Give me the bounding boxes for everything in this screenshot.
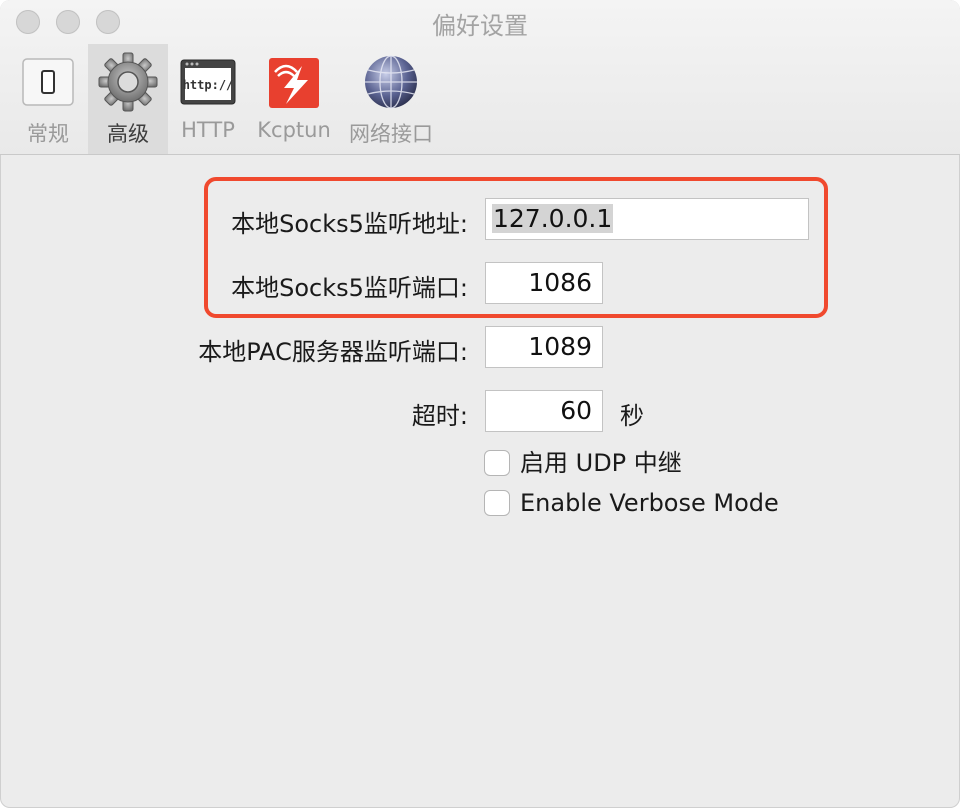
- tab-label: Kcptun: [257, 118, 331, 142]
- gear-icon: [98, 52, 158, 112]
- pac-port-label: 本地PAC服务器监听端口:: [198, 338, 468, 366]
- tab-general[interactable]: 常规: [10, 44, 86, 154]
- socks5-port-input[interactable]: 1086: [485, 262, 603, 304]
- udp-relay-label: 启用 UDP 中继: [520, 449, 682, 477]
- timeout-unit: 秒: [620, 402, 644, 430]
- socks5-address-value: 127.0.0.1: [492, 204, 614, 233]
- tab-label: HTTP: [181, 118, 235, 142]
- tab-kcptun[interactable]: Kcptun: [252, 44, 336, 154]
- kcptun-icon: [264, 52, 324, 112]
- http-window-icon: http://: [178, 52, 238, 112]
- socks5-address-label: 本地Socks5监听地址:: [231, 210, 468, 238]
- window-title: 偏好设置: [432, 12, 528, 40]
- verbose-mode-checkbox[interactable]: [484, 490, 510, 516]
- socks5-address-input[interactable]: 127.0.0.1: [485, 198, 809, 240]
- socks5-port-label: 本地Socks5监听端口:: [231, 274, 468, 302]
- tab-label: 高级: [107, 122, 149, 146]
- timeout-input[interactable]: 60: [485, 390, 603, 432]
- toolbar: 偏好设置 常规 高级 http:// HTTP Kcptun 网络接口: [0, 0, 960, 155]
- tab-network-interface[interactable]: 网络接口: [342, 44, 440, 154]
- svg-text:http://: http://: [183, 78, 234, 92]
- switch-icon: [18, 52, 78, 112]
- verbose-mode-label: Enable Verbose Mode: [520, 489, 779, 517]
- tab-http[interactable]: http:// HTTP: [170, 44, 246, 154]
- globe-icon: [361, 52, 421, 112]
- tab-label: 网络接口: [349, 122, 433, 146]
- preferences-window: 偏好设置 常规 高级 http:// HTTP Kcptun 网络接口 本地So…: [0, 0, 960, 808]
- udp-relay-checkbox[interactable]: [484, 450, 510, 476]
- tab-label: 常规: [27, 122, 69, 146]
- pac-port-input[interactable]: 1089: [485, 326, 603, 368]
- timeout-label: 超时:: [411, 402, 468, 430]
- tab-advanced[interactable]: 高级: [88, 44, 168, 154]
